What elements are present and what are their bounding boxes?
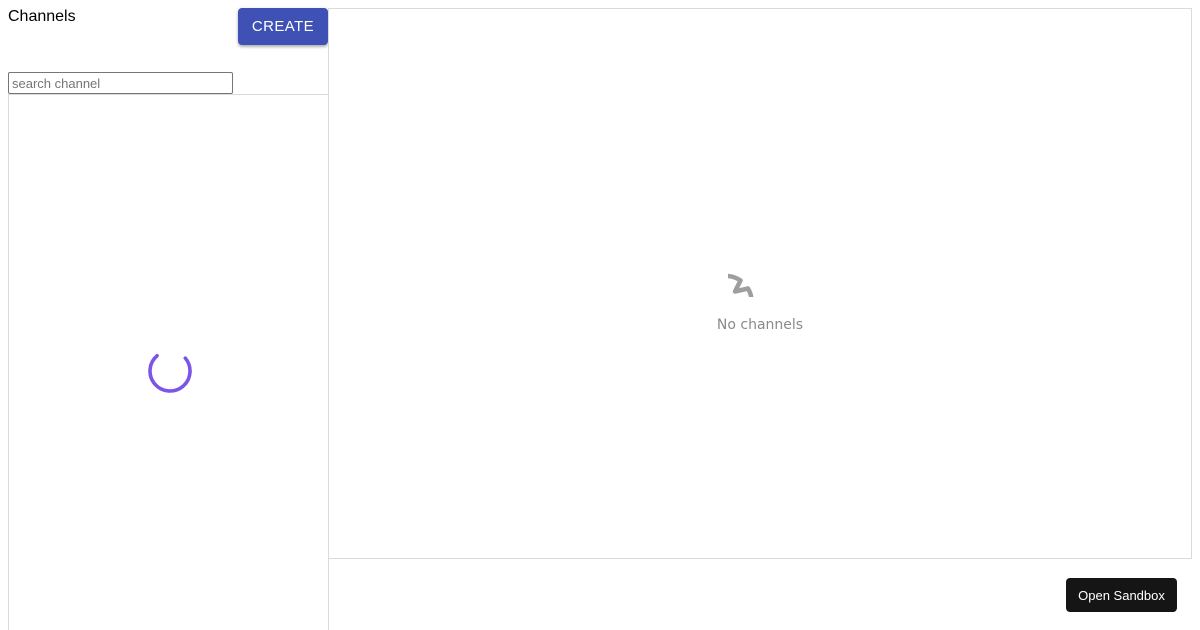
channel-view-panel: No channels	[328, 8, 1192, 559]
app-root: Channels CREATE No channels Open Sandbox	[0, 0, 1200, 630]
search-channel-input[interactable]	[8, 72, 233, 94]
empty-state: No channels	[329, 233, 1191, 333]
no-channels-text: No channels	[716, 317, 804, 333]
channel-list[interactable]	[8, 94, 329, 630]
chat-bubble-icon	[728, 273, 754, 297]
channels-title: Channels	[8, 8, 76, 25]
loading-spinner-icon	[148, 349, 192, 393]
open-sandbox-button[interactable]: Open Sandbox	[1066, 578, 1177, 612]
create-channel-button[interactable]: CREATE	[238, 8, 328, 45]
